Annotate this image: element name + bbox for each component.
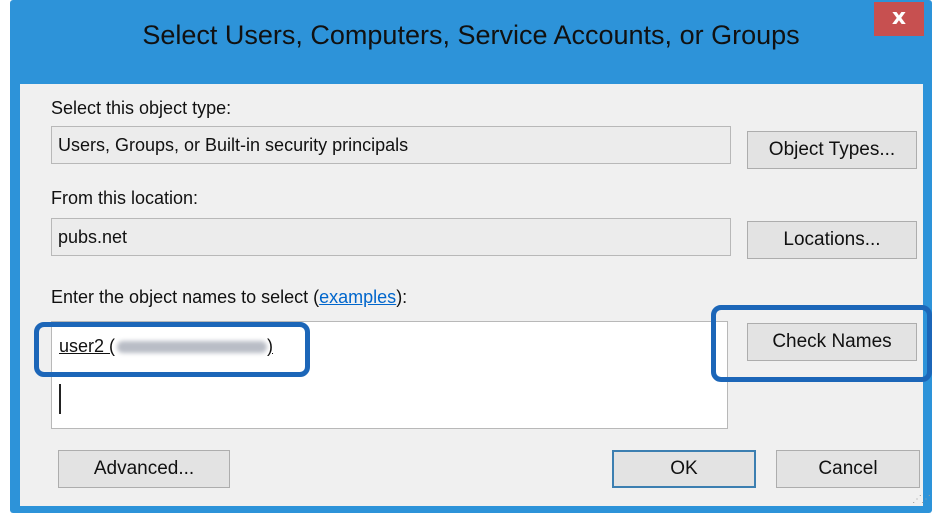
object-types-button[interactable]: Object Types... bbox=[747, 131, 917, 169]
check-names-highlight bbox=[711, 305, 932, 382]
locations-button[interactable]: Locations... bbox=[747, 221, 917, 259]
resize-grip-icon[interactable]: ⋰⋰ bbox=[912, 494, 931, 505]
dialog-title: Select Users, Computers, Service Account… bbox=[142, 20, 800, 50]
dialog-window: Select Users, Computers, Service Account… bbox=[10, 0, 932, 513]
object-type-label: Select this object type: bbox=[51, 98, 231, 119]
object-type-field: Users, Groups, or Built-in security prin… bbox=[51, 126, 731, 164]
cancel-button[interactable]: Cancel bbox=[776, 450, 920, 488]
object-names-label: Enter the object names to select (exampl… bbox=[51, 287, 407, 308]
ok-button[interactable]: OK bbox=[612, 450, 756, 488]
examples-link[interactable]: examples bbox=[319, 287, 396, 307]
object-names-label-suffix: ): bbox=[396, 287, 408, 307]
location-field: pubs.net bbox=[51, 218, 731, 256]
object-type-label-text: Select this object type: bbox=[51, 98, 232, 118]
object-names-label-prefix: Enter the object names to select ( bbox=[51, 287, 320, 307]
location-label-text: From this location: bbox=[51, 188, 199, 208]
name-entry-highlight bbox=[34, 322, 310, 377]
text-caret bbox=[59, 384, 61, 414]
location-label: From this location: bbox=[51, 188, 198, 209]
dialog-body: Select this object type: Users, Groups, … bbox=[20, 84, 931, 506]
advanced-button[interactable]: Advanced... bbox=[58, 450, 230, 488]
title-bar[interactable]: Select Users, Computers, Service Account… bbox=[10, 0, 932, 84]
close-button[interactable]: x bbox=[874, 2, 924, 36]
